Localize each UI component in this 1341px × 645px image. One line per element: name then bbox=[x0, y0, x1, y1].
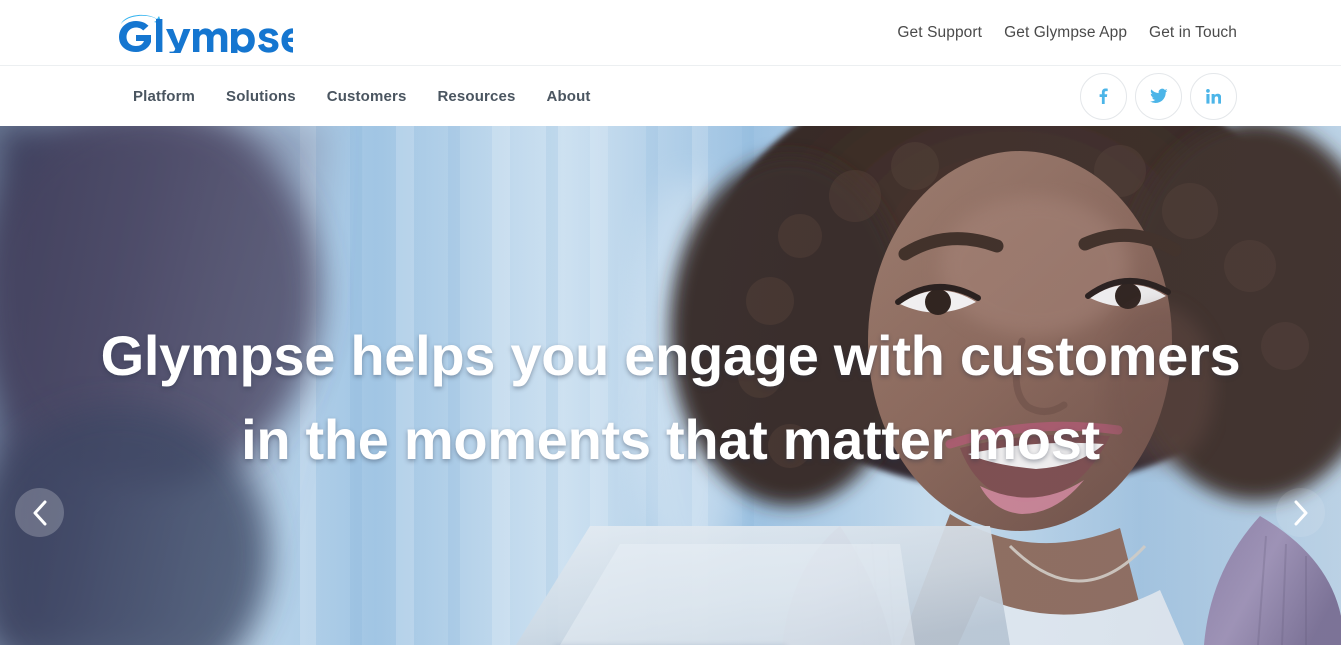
hero-headline-line-1: Glympse helps you engage with customers bbox=[100, 324, 1241, 387]
chevron-left-icon bbox=[33, 500, 46, 525]
glympse-logo[interactable] bbox=[113, 11, 293, 53]
main-navigation: Platform Solutions Customers Resources A… bbox=[0, 66, 1341, 126]
linkedin-link[interactable] bbox=[1190, 72, 1237, 120]
facebook-icon bbox=[1099, 88, 1108, 104]
get-support-link[interactable]: Get Support bbox=[897, 24, 982, 42]
utility-nav: Get Support Get Glympse App Get in Touch bbox=[897, 0, 1237, 66]
carousel-prev-button[interactable] bbox=[15, 488, 64, 537]
nav-item-customers[interactable]: Customers bbox=[327, 88, 407, 105]
nav-item-solutions[interactable]: Solutions bbox=[226, 88, 296, 105]
primary-nav-links: Platform Solutions Customers Resources A… bbox=[133, 88, 591, 105]
twitter-link[interactable] bbox=[1135, 72, 1182, 120]
nav-item-about[interactable]: About bbox=[547, 88, 591, 105]
linkedin-icon bbox=[1206, 88, 1221, 104]
twitter-icon bbox=[1149, 88, 1168, 104]
get-in-touch-link[interactable]: Get in Touch bbox=[1149, 24, 1237, 42]
nav-item-platform[interactable]: Platform bbox=[133, 88, 195, 105]
facebook-link[interactable] bbox=[1080, 72, 1127, 120]
carousel-next-button[interactable] bbox=[1276, 488, 1325, 537]
chevron-right-icon bbox=[1294, 500, 1307, 525]
get-glympse-app-link[interactable]: Get Glympse App bbox=[1004, 24, 1127, 42]
hero-headline-line-2: in the moments that matter most bbox=[241, 408, 1100, 471]
nav-item-resources[interactable]: Resources bbox=[437, 88, 515, 105]
hero-content: Glympse helps you engage with customers … bbox=[0, 126, 1341, 645]
glympse-logo-icon bbox=[119, 14, 293, 53]
hero-banner: Glympse helps you engage with customers … bbox=[0, 126, 1341, 645]
hero-headline: Glympse helps you engage with customers … bbox=[0, 314, 1341, 482]
top-utility-bar: Get Support Get Glympse App Get in Touch bbox=[0, 0, 1341, 66]
social-links bbox=[1080, 72, 1237, 120]
